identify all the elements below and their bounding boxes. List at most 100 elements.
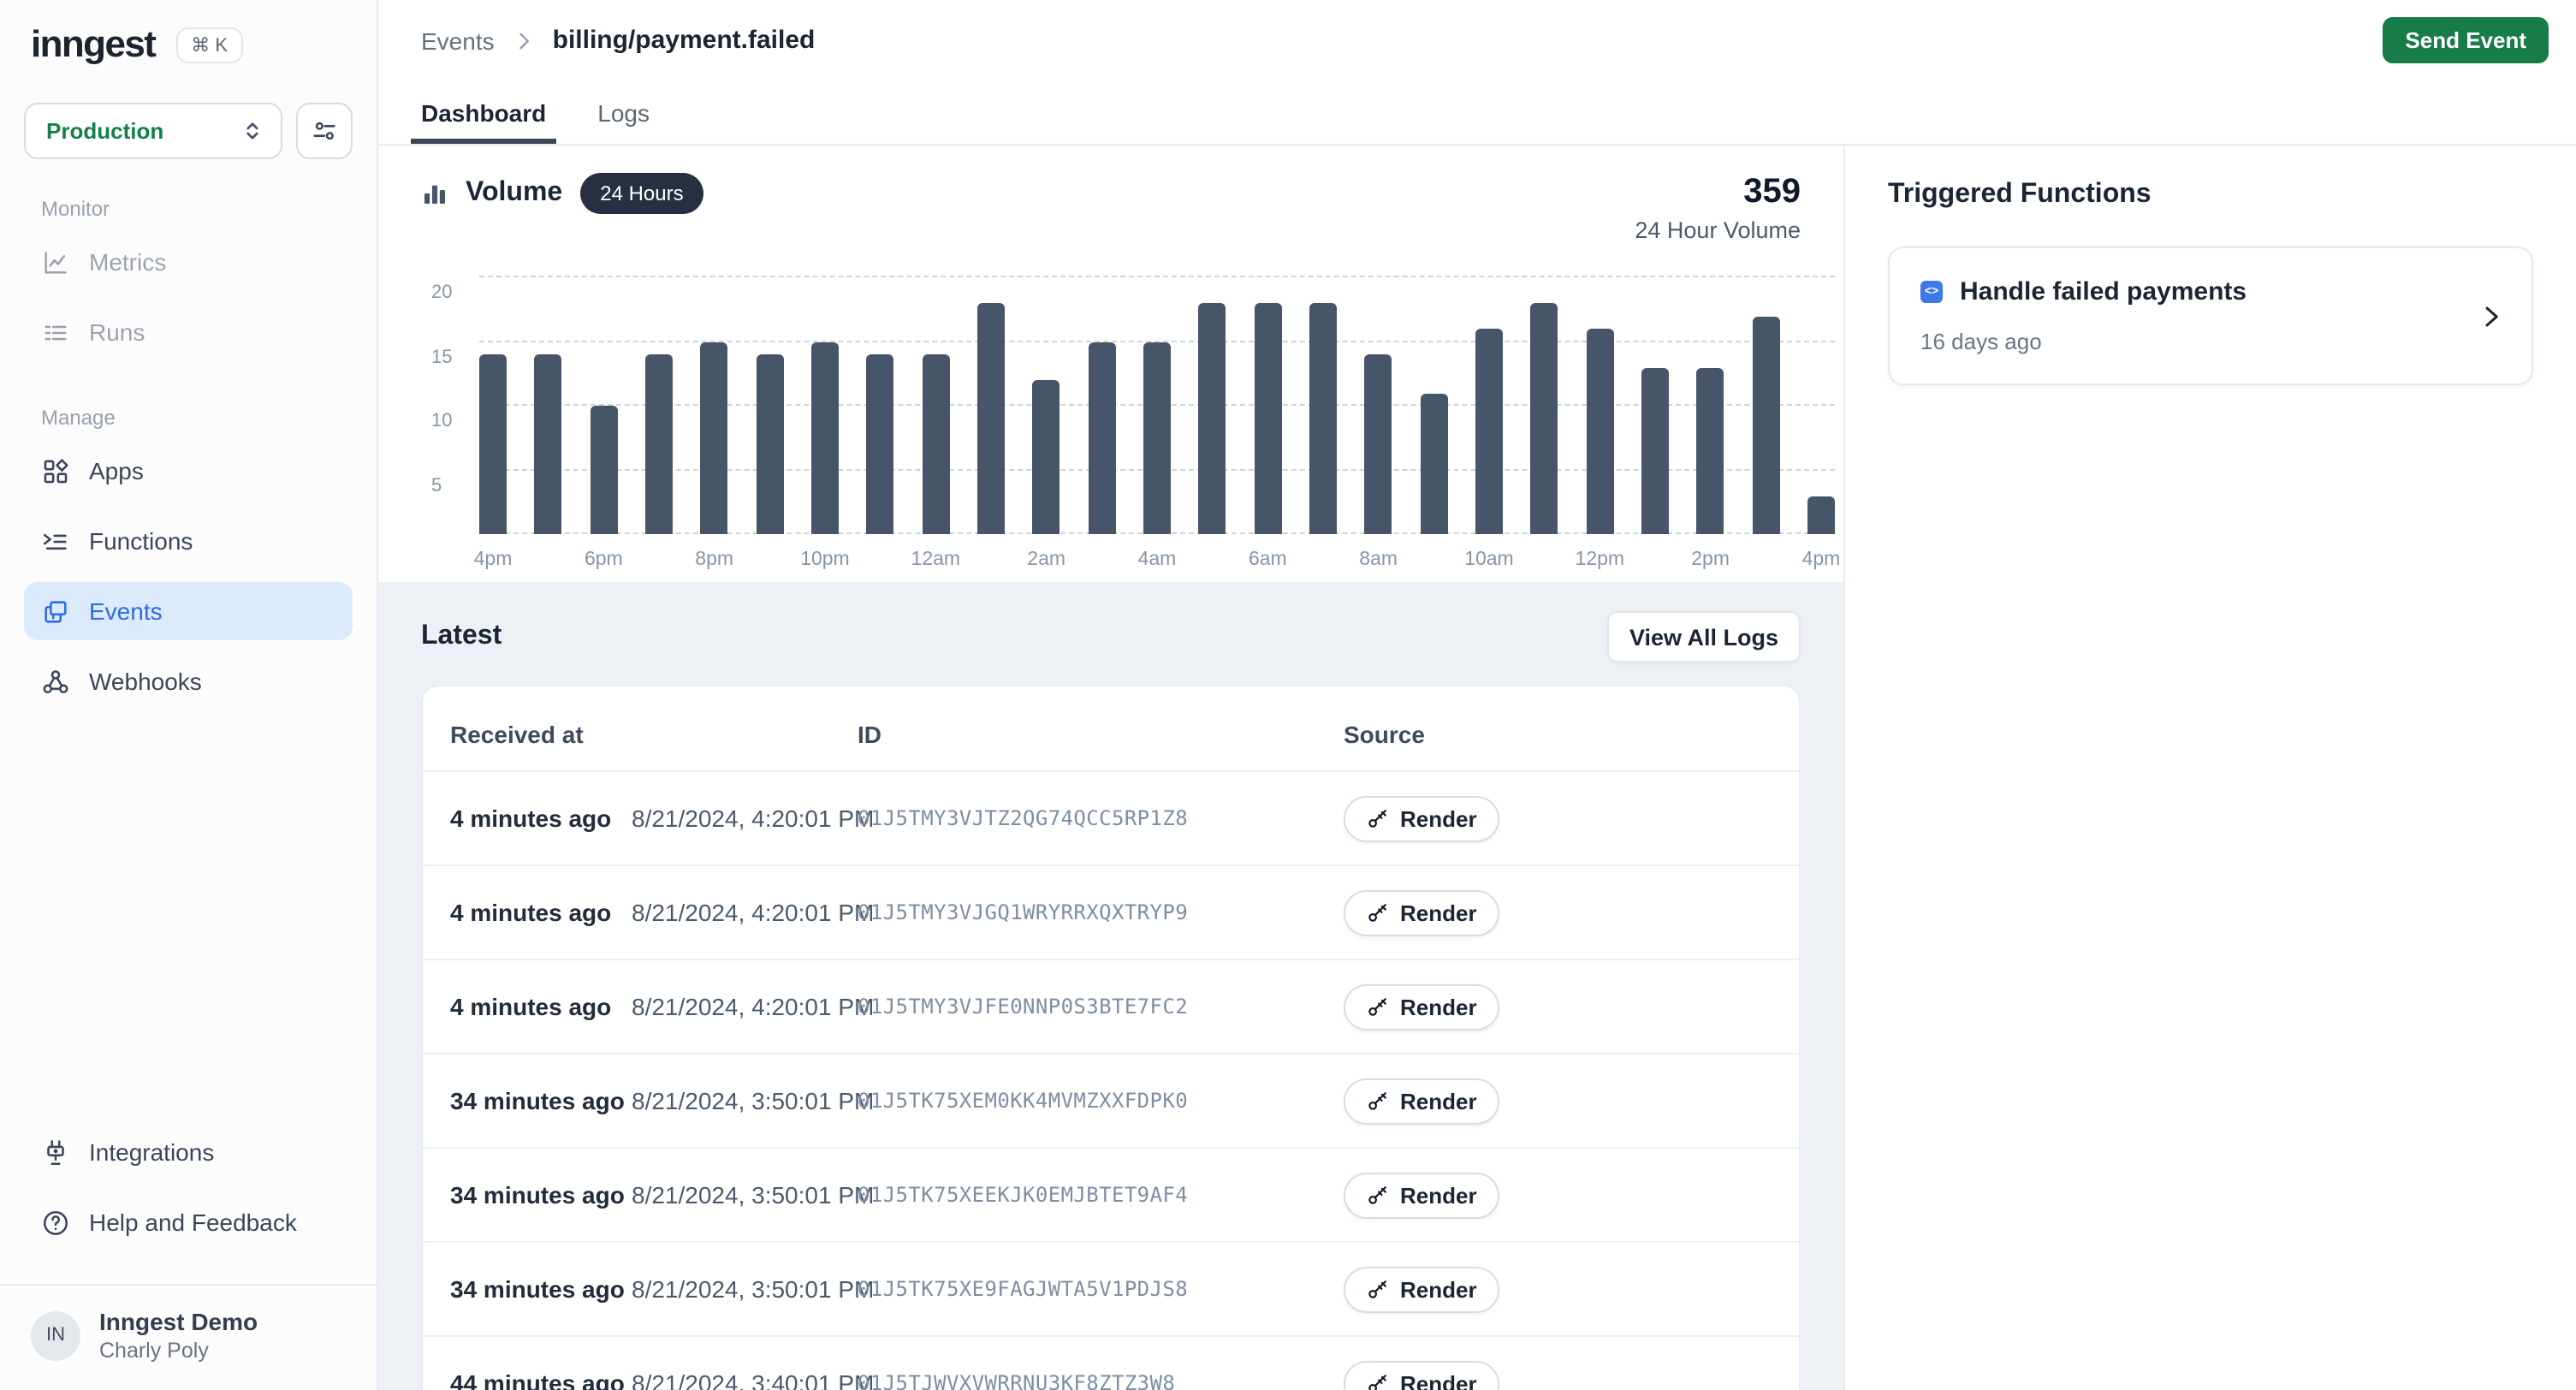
bar-chart-icon <box>421 180 448 207</box>
source-cell: Render <box>1344 795 1799 841</box>
x-axis-label-2pm-11: 2pm <box>1691 549 1730 570</box>
sidebar-section-manage: ManageAppsFunctionsEventsWebhooks <box>24 406 353 710</box>
bar-4pm[interactable] <box>1807 496 1835 534</box>
x-axis-label-6am-7: 6am <box>1249 549 1287 570</box>
bar-12am[interactable] <box>922 354 949 534</box>
bar-7am[interactable] <box>1309 303 1337 534</box>
relative-time: 34 minutes ago <box>450 1087 632 1114</box>
bar-4am[interactable] <box>1143 342 1171 534</box>
send-event-button[interactable]: Send Event <box>2383 17 2549 63</box>
table-row[interactable]: 34 minutes ago8/21/2024, 3:50:01 PM01J5T… <box>423 1053 1799 1147</box>
sidebar-item-help-and-feedback[interactable]: Help and Feedback <box>24 1193 353 1251</box>
left-column: Volume 24 Hours 359 24 Hour Volume 20151… <box>378 146 1845 1390</box>
sidebar-item-apps[interactable]: Apps <box>24 442 353 500</box>
bar-6am[interactable] <box>1254 303 1281 534</box>
source-cell: Render <box>1344 983 1799 1030</box>
event-id: 01J5TK75XE9FAGJWTA5V1PDJS8 <box>858 1277 1188 1301</box>
source-badge[interactable]: Render <box>1344 889 1499 936</box>
x-axis-label-2am-5: 2am <box>1027 549 1065 570</box>
received-at-cell: 34 minutes ago8/21/2024, 3:50:01 PM <box>423 1181 858 1209</box>
latest-title: Latest <box>421 621 502 652</box>
function-last-run: 16 days ago <box>1920 329 2501 354</box>
table-row[interactable]: 34 minutes ago8/21/2024, 3:50:01 PM01J5T… <box>423 1241 1799 1335</box>
volume-title: Volume <box>466 178 562 209</box>
tab-logs[interactable]: Logs <box>597 80 650 144</box>
bar-5pm[interactable] <box>535 354 562 534</box>
x-axis-label-4pm-0: 4pm <box>474 549 513 570</box>
table-body: 4 minutes ago8/21/2024, 4:20:01 PM 01J5TM… <box>423 770 1799 1390</box>
key-icon <box>1366 901 1388 924</box>
bar-9pm[interactable] <box>756 354 783 534</box>
bar-2pm[interactable] <box>1697 367 1724 534</box>
volume-section: Volume 24 Hours 359 24 Hour Volume 20151… <box>378 146 1843 582</box>
volume-bar-chart: 20151054pm6pm8pm10pm12am2am4am6am8am10am… <box>421 270 1801 582</box>
bar-1am[interactable] <box>977 303 1005 534</box>
event-id: 01J5TMY3VJTZ2QG74QCC5RP1Z8 <box>858 806 1188 830</box>
functions-icon <box>41 526 70 555</box>
command-k-shortcut[interactable]: ⌘ K <box>175 27 243 62</box>
table-row[interactable]: 4 minutes ago8/21/2024, 4:20:01 PM01J5TM… <box>423 770 1799 864</box>
view-all-logs-button[interactable]: View All Logs <box>1607 611 1801 662</box>
source-badge[interactable]: Render <box>1344 1078 1499 1124</box>
function-code-icon: <> <box>1920 281 1943 303</box>
time-range-badge[interactable]: 24 Hours <box>579 173 703 214</box>
received-at-cell: 4 minutes ago8/21/2024, 4:20:01 PM <box>423 899 858 926</box>
table-row[interactable]: 4 minutes ago8/21/2024, 4:20:01 PM01J5TM… <box>423 959 1799 1053</box>
event-id-cell: 01J5TK75XEEKJK0EMJBTET9AF4 <box>858 1179 1344 1210</box>
bar-6pm[interactable] <box>590 406 617 534</box>
bar-3pm[interactable] <box>1752 316 1779 534</box>
bar-11pm[interactable] <box>867 354 894 534</box>
source-badge[interactable]: Render <box>1344 795 1499 841</box>
source-cell: Render <box>1344 889 1799 936</box>
key-icon <box>1366 995 1388 1018</box>
bar-5am[interactable] <box>1199 303 1226 534</box>
x-axis-label-4pm-12: 4pm <box>1802 549 1841 570</box>
x-axis-label-10pm-3: 10pm <box>800 549 850 570</box>
source-badge[interactable]: Render <box>1344 1172 1499 1218</box>
bar-10am[interactable] <box>1475 329 1503 534</box>
sidebar-footer-nav: Integrations Help and Feedback <box>24 1123 353 1263</box>
source-cell: Render <box>1344 1078 1799 1124</box>
source-badge[interactable]: Render <box>1344 1266 1499 1312</box>
sidebar-item-integrations[interactable]: Integrations <box>24 1123 353 1181</box>
bar-10pm[interactable] <box>811 342 839 534</box>
bar-3am[interactable] <box>1088 342 1115 534</box>
table-row[interactable]: 34 minutes ago8/21/2024, 3:50:01 PM01J5T… <box>423 1147 1799 1241</box>
table-row[interactable]: 44 minutes ago8/21/2024, 3:40:01 PM01J5T… <box>423 1335 1799 1390</box>
table-row[interactable]: 4 minutes ago8/21/2024, 4:20:01 PM01J5TM… <box>423 864 1799 959</box>
gridline-15 <box>479 340 1835 342</box>
timestamp: 8/21/2024, 3:50:01 PM <box>632 1275 874 1303</box>
bar-9am[interactable] <box>1420 393 1447 534</box>
timestamp: 8/21/2024, 3:50:01 PM <box>632 1087 874 1114</box>
environment-settings-button[interactable] <box>296 103 353 159</box>
bar-7pm[interactable] <box>645 354 673 534</box>
sidebar-item-metrics[interactable]: Metrics <box>24 233 353 291</box>
bar-8pm[interactable] <box>701 342 728 534</box>
received-at-cell: 34 minutes ago8/21/2024, 3:50:01 PM <box>423 1087 858 1114</box>
sidebar-item-events[interactable]: Events <box>24 582 353 640</box>
source-badge[interactable]: Render <box>1344 1360 1499 1390</box>
environment-selector[interactable]: Production <box>24 103 282 159</box>
source-badge[interactable]: Render <box>1344 983 1499 1030</box>
timestamp: 8/21/2024, 3:50:01 PM <box>632 1181 874 1209</box>
sidebar-item-webhooks[interactable]: Webhooks <box>24 652 353 710</box>
breadcrumb-events[interactable]: Events <box>421 27 495 54</box>
bar-2am[interactable] <box>1033 380 1060 534</box>
user-menu[interactable]: IN Inngest Demo Charly Poly <box>24 1286 353 1390</box>
bar-8am[interactable] <box>1365 354 1392 534</box>
bar-12pm[interactable] <box>1586 329 1613 534</box>
tab-dashboard[interactable]: Dashboard <box>421 80 546 144</box>
bar-4pm[interactable] <box>479 354 507 534</box>
sidebar-item-runs[interactable]: Runs <box>24 303 353 361</box>
bar-1pm[interactable] <box>1641 367 1669 534</box>
received-at-cell: 34 minutes ago8/21/2024, 3:50:01 PM <box>423 1275 858 1303</box>
bar-11am[interactable] <box>1531 303 1558 534</box>
triggered-function-card[interactable]: <>Handle failed payments16 days ago <box>1888 247 2533 385</box>
sidebar-item-label: Integrations <box>89 1138 214 1166</box>
y-axis-label-15: 15 <box>431 347 453 367</box>
user-org: Inngest Demo <box>99 1308 258 1335</box>
sidebar-item-functions[interactable]: Functions <box>24 512 353 570</box>
inngest-logo[interactable]: inngest <box>31 22 155 67</box>
source-cell: Render <box>1344 1360 1799 1390</box>
source-label: Render <box>1400 1182 1477 1208</box>
